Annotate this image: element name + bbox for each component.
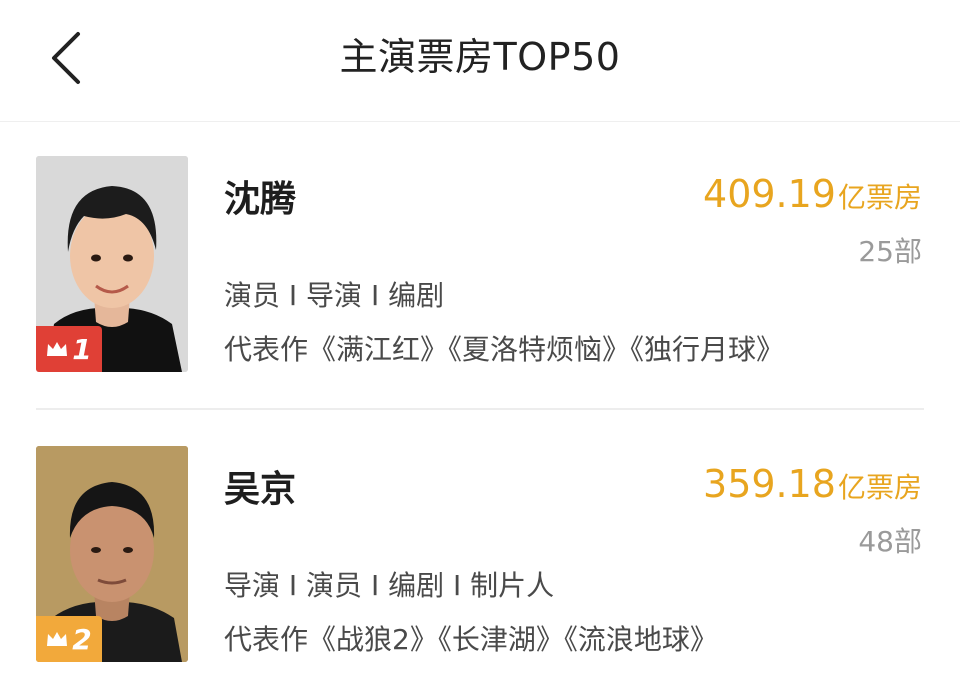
actor-card[interactable]: 2 吴京 359.18亿票房 48部 导演 I 演员 I 编剧 I 制片人 代表… [36, 446, 924, 666]
avatar: 1 [36, 156, 188, 372]
rank-number: 2 [72, 622, 92, 656]
top-nav-bar: 主演票房TOP50 [0, 0, 960, 122]
page-title: 主演票房TOP50 [339, 35, 621, 79]
actor-card[interactable]: 1 沈腾 409.19亿票房 25部 演员 I 导演 I 编剧 代表作《满江红》… [36, 156, 924, 408]
film-count: 25部 [858, 235, 922, 268]
actor-roles: 演员 I 导演 I 编剧 [224, 279, 445, 312]
box-office-unit: 亿票房 [837, 181, 922, 214]
avatar: 2 [36, 446, 188, 662]
representative-works: 代表作《战狼2》《长津湖》《流浪地球》 [224, 623, 718, 656]
rank-number: 1 [72, 332, 92, 366]
crown-icon [47, 342, 68, 356]
box-office-value: 359.18 [703, 462, 836, 506]
actor-name: 沈腾 [224, 179, 297, 220]
box-office-value: 409.19 [703, 172, 836, 216]
crown-icon [47, 632, 68, 646]
box-office: 409.19亿票房 [703, 172, 922, 216]
representative-works: 代表作《满江红》《夏洛特烦恼》《独行月球》 [224, 333, 785, 366]
actor-roles: 导演 I 演员 I 编剧 I 制片人 [224, 569, 555, 602]
film-count: 48部 [858, 525, 922, 558]
rank-badge: 1 [36, 326, 102, 372]
box-office: 359.18亿票房 [703, 462, 922, 506]
actor-name: 吴京 [224, 469, 297, 510]
divider [36, 408, 924, 410]
rank-badge: 2 [36, 616, 102, 662]
box-office-unit: 亿票房 [837, 471, 922, 504]
